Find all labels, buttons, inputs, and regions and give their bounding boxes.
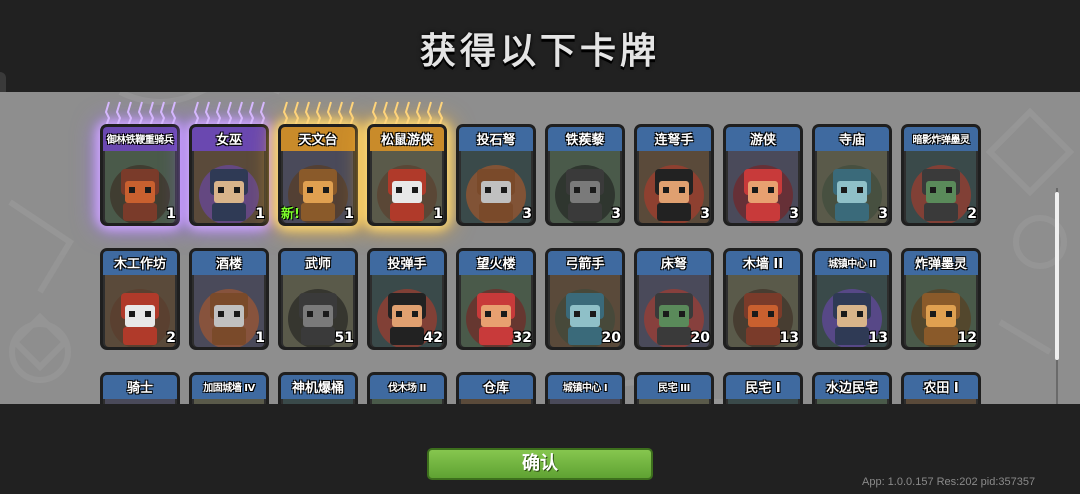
card-name: 投石弩 <box>476 133 516 148</box>
reward-card[interactable]: 城镇中心 II 13 <box>812 248 892 350</box>
card-name: 神机爆桶 <box>291 381 344 396</box>
card-count: 1 <box>344 206 354 222</box>
card-name: 弓箭手 <box>565 257 605 272</box>
reward-card[interactable]: 游侠 3 <box>723 124 803 226</box>
card-name: 武师 <box>304 257 331 272</box>
card-count: 13 <box>779 330 799 346</box>
reward-card[interactable]: 望火楼 32 <box>456 248 536 350</box>
card-count: 2 <box>166 330 176 346</box>
reward-card[interactable]: 松鼠游侠 1 <box>367 124 447 226</box>
scrollbar-thumb[interactable] <box>1055 192 1059 360</box>
card-count: 3 <box>789 206 799 222</box>
card-name: 木墙 II <box>742 257 784 272</box>
card-count: 2 <box>967 206 977 222</box>
reward-card[interactable]: 暗影炸弹墨灵 2 <box>901 124 981 226</box>
card-name: 水边民宅 <box>825 381 878 396</box>
card-count: 1 <box>166 206 176 222</box>
card-sparkle-effect <box>371 101 444 126</box>
card-count: 12 <box>957 330 977 346</box>
reward-card[interactable]: 铁蒺藜 3 <box>545 124 625 226</box>
heavy-cavalry-icon <box>105 151 175 223</box>
card-name: 酒楼 <box>215 257 242 272</box>
card-name: 游侠 <box>749 133 776 148</box>
repeating-crossbowman-icon <box>639 151 709 223</box>
reward-card[interactable]: 女巫 1 <box>189 124 269 226</box>
card-count: 13 <box>868 330 888 346</box>
new-badge: 新! <box>281 207 300 222</box>
card-count: 3 <box>522 206 532 222</box>
card-count: 32 <box>512 330 532 346</box>
card-sparkle-effect <box>193 101 266 126</box>
card-count: 3 <box>700 206 710 222</box>
reward-card[interactable]: 木墙 II 13 <box>723 248 803 350</box>
card-name: 民宅 I <box>745 381 781 396</box>
card-count: 3 <box>611 206 621 222</box>
card-count: 1 <box>255 206 265 222</box>
tavern-icon <box>194 275 264 347</box>
card-name: 女巫 <box>215 133 242 148</box>
card-count: 1 <box>433 206 443 222</box>
card-name: 御林铁鞭重骑兵 <box>106 135 174 146</box>
card-sparkle-effect <box>104 101 177 126</box>
reward-card[interactable]: 天文台 1 新! <box>278 124 358 226</box>
card-count: 20 <box>690 330 710 346</box>
card-name: 铁蒺藜 <box>565 133 605 148</box>
card-name: 望火楼 <box>476 257 516 272</box>
reward-card[interactable]: 投弹手 42 <box>367 248 447 350</box>
caltrops-icon <box>550 151 620 223</box>
card-name: 松鼠游侠 <box>380 133 433 148</box>
card-name: 床弩 <box>660 257 687 272</box>
reward-card[interactable]: 酒楼 1 <box>189 248 269 350</box>
card-name: 伐木场 II <box>388 383 426 394</box>
card-count: 20 <box>601 330 621 346</box>
carpentry-workshop-icon <box>105 275 175 347</box>
card-name: 农田 I <box>923 381 959 396</box>
reward-card[interactable]: 木工作坊 2 <box>100 248 180 350</box>
card-name: 连弩手 <box>654 133 694 148</box>
card-name: 暗影炸弹墨灵 <box>912 135 971 146</box>
reward-card[interactable]: 炸弹墨灵 12 <box>901 248 981 350</box>
squirrel-ranger-icon <box>372 151 442 223</box>
card-name: 炸弹墨灵 <box>914 257 967 272</box>
card-name: 仓库 <box>482 381 509 396</box>
card-name: 加固城墙 IV <box>203 383 255 394</box>
reward-card[interactable]: 寺庙 3 <box>812 124 892 226</box>
reward-card[interactable]: 连弩手 3 <box>634 124 714 226</box>
version-info: App: 1.0.0.157 Res:202 pid:357357 <box>862 476 1036 488</box>
temple-icon <box>817 151 887 223</box>
card-name: 骑士 <box>126 381 153 396</box>
reward-card[interactable]: 床弩 20 <box>634 248 714 350</box>
page-title: 获得以下卡牌 <box>419 31 660 72</box>
reward-card[interactable]: 武师 51 <box>278 248 358 350</box>
card-name: 投弹手 <box>387 257 427 272</box>
card-name: 民宅 III <box>658 383 690 394</box>
card-name: 木工作坊 <box>113 257 166 272</box>
card-count: 1 <box>255 330 265 346</box>
reward-card[interactable]: 御林铁鞭重骑兵 1 <box>100 124 180 226</box>
witch-icon <box>194 151 264 223</box>
card-name: 天文台 <box>298 133 338 148</box>
ranger-icon <box>728 151 798 223</box>
shadow-bomb-spirit-icon <box>906 151 976 223</box>
card-name: 寺庙 <box>838 133 865 148</box>
card-sparkle-effect <box>282 101 355 126</box>
card-count: 3 <box>878 206 888 222</box>
card-name: 城镇中心 I <box>562 383 608 394</box>
card-name: 城镇中心 II <box>828 259 876 270</box>
confirm-button[interactable]: 确认 <box>427 448 653 480</box>
stone-ballista-icon <box>461 151 531 223</box>
reward-card[interactable]: 弓箭手 20 <box>545 248 625 350</box>
card-count: 51 <box>334 330 354 346</box>
reward-card[interactable]: 投石弩 3 <box>456 124 536 226</box>
card-count: 42 <box>423 330 443 346</box>
